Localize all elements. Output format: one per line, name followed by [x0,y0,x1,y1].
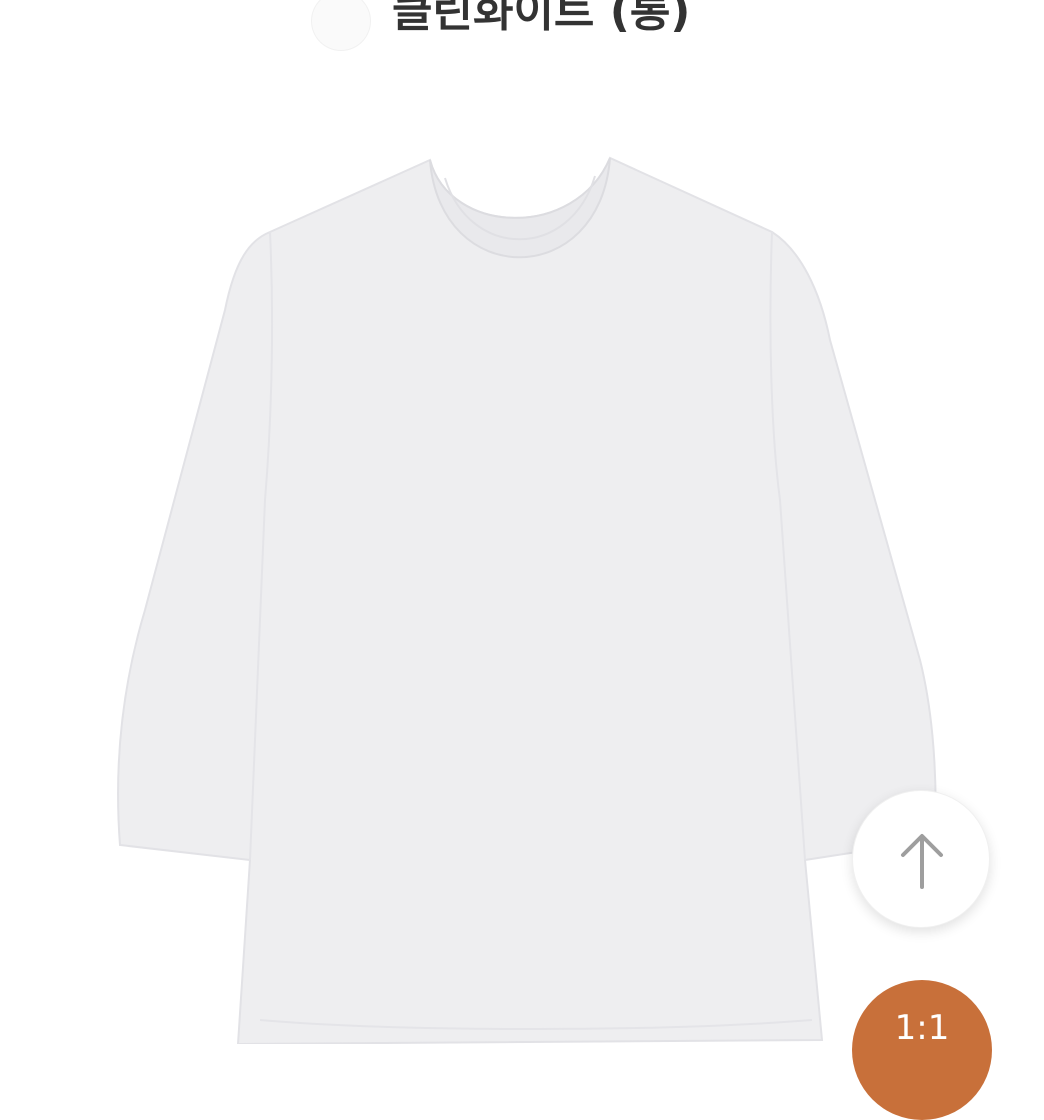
color-option-label: 클린화이트 (롱) [392,0,691,37]
one-to-one-chat-button[interactable]: 1:1 [852,980,992,1120]
product-image [117,156,937,1044]
color-option-header: 클린화이트 (롱) [0,0,1044,60]
color-swatch[interactable] [312,0,370,50]
scroll-to-top-button[interactable] [852,790,990,928]
arrow-up-icon [901,834,943,889]
chat-button-label: 1:1 [894,1008,950,1048]
long-sleeve-tshirt-icon [117,156,937,1044]
